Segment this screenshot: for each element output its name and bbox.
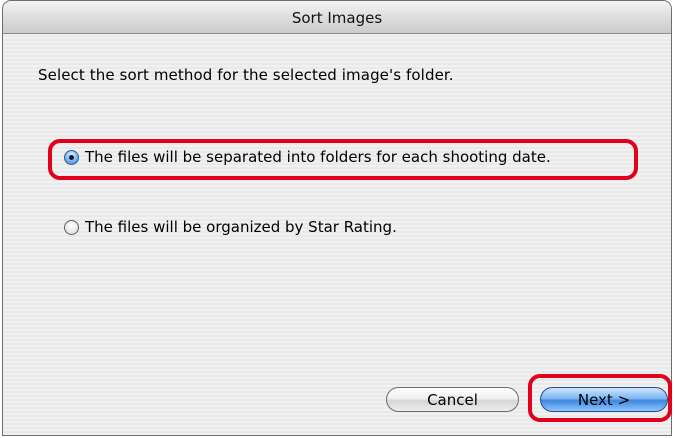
next-button[interactable]: Next > <box>540 387 668 412</box>
option-by-star-rating[interactable]: The files will be organized by Star Rati… <box>64 218 397 236</box>
instruction-text: Select the sort method for the selected … <box>38 66 454 84</box>
cancel-button[interactable]: Cancel <box>386 387 519 412</box>
option-label[interactable]: The files will be separated into folders… <box>85 148 551 166</box>
window-title: Sort Images <box>291 9 383 27</box>
radio-dot-icon <box>69 154 74 160</box>
radio-selected-icon[interactable] <box>64 149 79 165</box>
option-by-shooting-date[interactable]: The files will be separated into folders… <box>64 148 551 166</box>
radio-unselected-icon[interactable] <box>64 219 79 235</box>
sort-images-dialog: Sort Images Select the sort method for t… <box>2 0 672 436</box>
option-label[interactable]: The files will be organized by Star Rati… <box>85 218 397 236</box>
title-bar[interactable]: Sort Images <box>3 1 671 34</box>
